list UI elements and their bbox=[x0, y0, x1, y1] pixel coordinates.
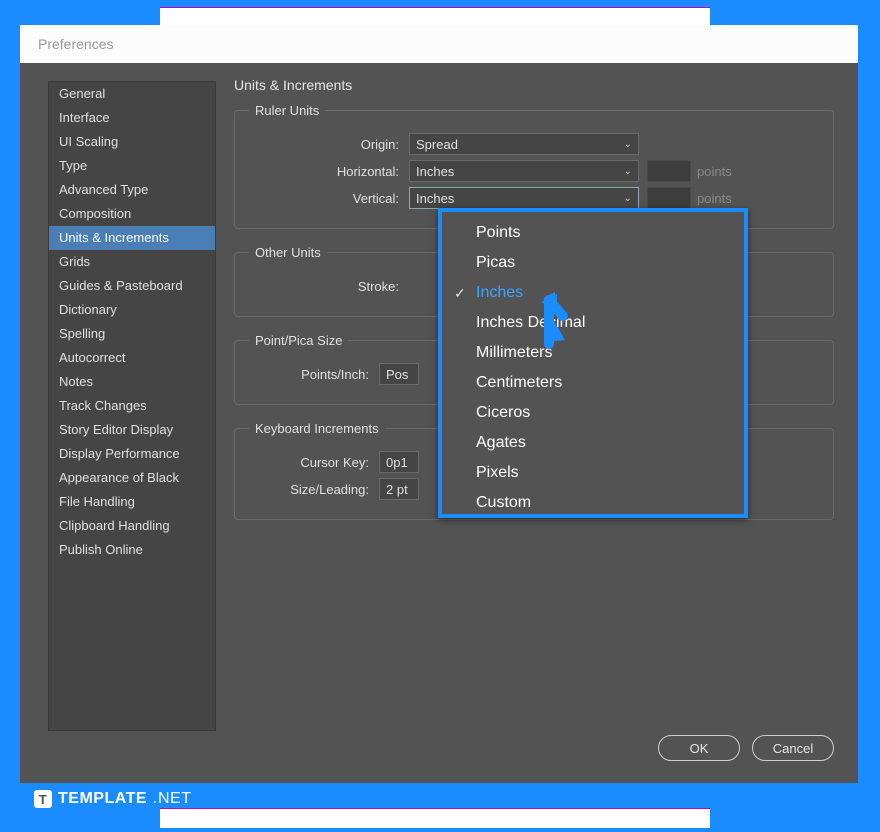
horizontal-points-field bbox=[647, 160, 691, 182]
sidebar-item-clipboard-handling[interactable]: Clipboard Handling bbox=[49, 514, 215, 538]
watermark-suffix: .NET bbox=[153, 790, 191, 808]
watermark: T TEMPLATE .NET bbox=[34, 790, 191, 808]
sidebar-item-grids[interactable]: Grids bbox=[49, 250, 215, 274]
sidebar-item-type[interactable]: Type bbox=[49, 154, 215, 178]
size-leading-field[interactable]: 2 pt bbox=[379, 478, 419, 500]
sidebar-item-display-performance[interactable]: Display Performance bbox=[49, 442, 215, 466]
point-pica-legend: Point/Pica Size bbox=[249, 333, 348, 348]
watermark-brand: TEMPLATE bbox=[58, 790, 147, 808]
vertical-label: Vertical: bbox=[249, 191, 409, 206]
dropdown-option-picas[interactable]: Picas bbox=[442, 248, 744, 278]
vertical-units-dropdown[interactable]: PointsPicasInchesInches DecimalMillimete… bbox=[438, 208, 748, 518]
sidebar-item-appearance-of-black[interactable]: Appearance of Black bbox=[49, 466, 215, 490]
points-inch-label: Points/Inch: bbox=[249, 367, 379, 382]
dialog-title: Preferences bbox=[38, 36, 113, 52]
sidebar-item-track-changes[interactable]: Track Changes bbox=[49, 394, 215, 418]
dropdown-option-centimeters[interactable]: Centimeters bbox=[442, 368, 744, 398]
size-leading-label: Size/Leading: bbox=[249, 482, 379, 497]
sidebar-item-ui-scaling[interactable]: UI Scaling bbox=[49, 130, 215, 154]
dialog-title-bar: Preferences bbox=[20, 25, 858, 63]
watermark-logo-icon: T bbox=[34, 790, 52, 808]
dropdown-option-millimeters[interactable]: Millimeters bbox=[442, 338, 744, 368]
chevron-down-icon: ⌄ bbox=[624, 193, 632, 204]
other-units-legend: Other Units bbox=[249, 245, 327, 260]
vertical-combo[interactable]: Inches ⌄ bbox=[409, 187, 639, 209]
dialog-buttons: OK Cancel bbox=[658, 735, 834, 761]
sidebar-item-publish-online[interactable]: Publish Online bbox=[49, 538, 215, 562]
preferences-sidebar: GeneralInterfaceUI ScalingTypeAdvanced T… bbox=[48, 81, 216, 731]
sidebar-item-units-increments[interactable]: Units & Increments bbox=[49, 226, 215, 250]
dropdown-option-agates[interactable]: Agates bbox=[442, 428, 744, 458]
vertical-value: Inches bbox=[416, 191, 454, 206]
artboard-bg-bottom bbox=[160, 808, 710, 828]
cursor-key-label: Cursor Key: bbox=[249, 455, 379, 470]
stroke-label: Stroke: bbox=[249, 279, 409, 294]
origin-label: Origin: bbox=[249, 137, 409, 152]
sidebar-item-spelling[interactable]: Spelling bbox=[49, 322, 215, 346]
dropdown-option-inches-decimal[interactable]: Inches Decimal bbox=[442, 308, 744, 338]
points-inch-field[interactable]: Pos bbox=[379, 363, 419, 385]
sidebar-item-general[interactable]: General bbox=[49, 82, 215, 106]
sidebar-item-file-handling[interactable]: File Handling bbox=[49, 490, 215, 514]
sidebar-item-interface[interactable]: Interface bbox=[49, 106, 215, 130]
sidebar-item-composition[interactable]: Composition bbox=[49, 202, 215, 226]
sidebar-item-dictionary[interactable]: Dictionary bbox=[49, 298, 215, 322]
origin-value: Spread bbox=[416, 137, 458, 152]
sidebar-item-guides-pasteboard[interactable]: Guides & Pasteboard bbox=[49, 274, 215, 298]
sidebar-item-story-editor-display[interactable]: Story Editor Display bbox=[49, 418, 215, 442]
horizontal-combo[interactable]: Inches ⌄ bbox=[409, 160, 639, 182]
origin-combo[interactable]: Spread ⌄ bbox=[409, 133, 639, 155]
chevron-down-icon: ⌄ bbox=[624, 166, 632, 177]
cursor-key-field[interactable]: 0p1 bbox=[379, 451, 419, 473]
sidebar-item-autocorrect[interactable]: Autocorrect bbox=[49, 346, 215, 370]
horizontal-points-suffix: points bbox=[697, 164, 732, 179]
ok-button[interactable]: OK bbox=[658, 735, 740, 761]
dropdown-option-ciceros[interactable]: Ciceros bbox=[442, 398, 744, 428]
keyboard-increments-legend: Keyboard Increments bbox=[249, 421, 385, 436]
sidebar-item-notes[interactable]: Notes bbox=[49, 370, 215, 394]
cancel-button[interactable]: Cancel bbox=[752, 735, 834, 761]
panel-title: Units & Increments bbox=[234, 77, 834, 93]
vertical-points-field bbox=[647, 187, 691, 209]
ruler-units-legend: Ruler Units bbox=[249, 103, 325, 118]
dropdown-option-pixels[interactable]: Pixels bbox=[442, 458, 744, 488]
horizontal-label: Horizontal: bbox=[249, 164, 409, 179]
dropdown-option-custom[interactable]: Custom bbox=[442, 488, 744, 518]
horizontal-value: Inches bbox=[416, 164, 454, 179]
dropdown-option-points[interactable]: Points bbox=[442, 218, 744, 248]
dropdown-option-inches[interactable]: Inches bbox=[442, 278, 744, 308]
vertical-points-suffix: points bbox=[697, 191, 732, 206]
chevron-down-icon: ⌄ bbox=[624, 139, 632, 150]
sidebar-item-advanced-type[interactable]: Advanced Type bbox=[49, 178, 215, 202]
